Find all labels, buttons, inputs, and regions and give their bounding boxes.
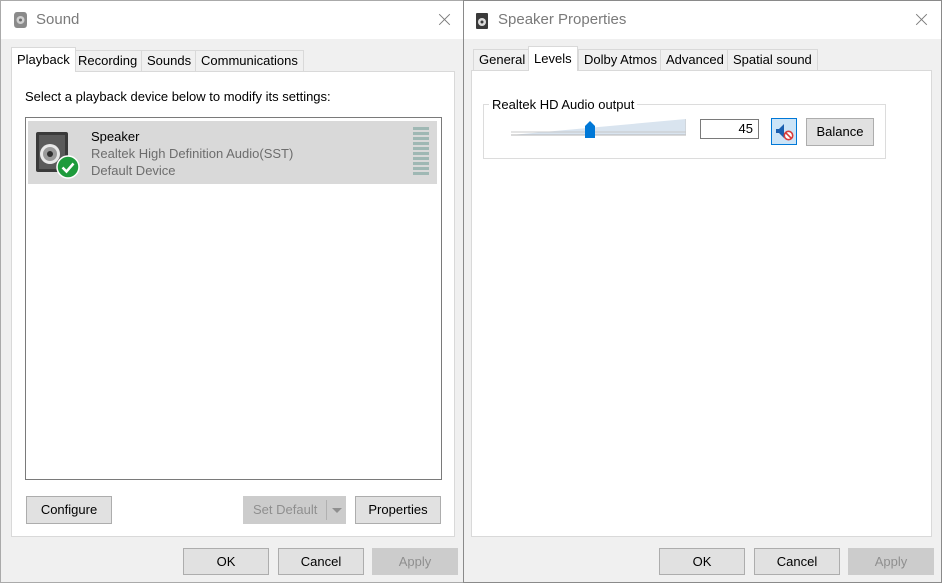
- tab-communications[interactable]: Communications: [195, 50, 304, 72]
- tab-sounds[interactable]: Sounds: [141, 50, 198, 72]
- sound-window: Sound Playback Recording Sounds Communic…: [0, 0, 464, 583]
- sound-apply-button[interactable]: Apply: [372, 548, 458, 575]
- tab-advanced[interactable]: Advanced: [660, 49, 730, 71]
- sound-app-icon: [12, 11, 28, 29]
- tab-dolby-atmos[interactable]: Dolby Atmos: [578, 49, 663, 71]
- volume-value-input[interactable]: 45: [700, 119, 759, 139]
- sound-titlebar[interactable]: Sound: [1, 1, 463, 39]
- sound-close-button[interactable]: [429, 5, 459, 35]
- level-meter: [413, 127, 429, 177]
- properties-button[interactable]: Properties: [355, 496, 441, 524]
- device-status: Default Device: [91, 163, 176, 178]
- set-default-label: Set Default: [253, 502, 318, 517]
- sound-ok-button[interactable]: OK: [183, 548, 269, 575]
- speaker-close-button[interactable]: [906, 5, 936, 35]
- tab-playback[interactable]: Playback: [11, 47, 76, 72]
- tab-general[interactable]: General: [473, 49, 532, 71]
- balance-button[interactable]: Balance: [806, 118, 874, 146]
- volume-slider-thumb[interactable]: [584, 121, 596, 139]
- speaker-window-title: Speaker Properties: [498, 11, 627, 28]
- speaker-apply-button[interactable]: Apply: [848, 548, 934, 575]
- mute-button[interactable]: [771, 118, 797, 145]
- volume-slider[interactable]: [511, 117, 687, 139]
- volume-slider-graphic: [511, 119, 687, 136]
- speaker-cancel-button[interactable]: Cancel: [754, 548, 840, 575]
- output-group-label: Realtek HD Audio output: [489, 97, 638, 112]
- speaker-titlebar[interactable]: Speaker Properties: [464, 1, 941, 39]
- speaker-app-icon: [475, 12, 489, 30]
- device-row-speaker[interactable]: Speaker Realtek High Definition Audio(SS…: [28, 121, 437, 184]
- speaker-muted-icon: [775, 123, 795, 141]
- speaker-ok-button[interactable]: OK: [659, 548, 745, 575]
- device-list[interactable]: Speaker Realtek High Definition Audio(SS…: [25, 117, 442, 480]
- tab-recording[interactable]: Recording: [72, 50, 144, 72]
- sound-window-title: Sound: [36, 11, 80, 28]
- configure-button[interactable]: Configure: [26, 496, 112, 524]
- chevron-down-icon: [332, 508, 342, 513]
- dropdown-divider: [326, 500, 327, 520]
- sound-cancel-button[interactable]: Cancel: [278, 548, 364, 575]
- device-name: Speaker: [91, 129, 140, 144]
- default-device-check-icon: [56, 155, 80, 179]
- playback-instruction: Select a playback device below to modify…: [25, 89, 331, 104]
- set-default-button[interactable]: Set Default: [243, 496, 346, 524]
- tab-spatial-sound[interactable]: Spatial sound: [727, 49, 818, 71]
- tab-levels[interactable]: Levels: [528, 46, 578, 71]
- device-driver: Realtek High Definition Audio(SST): [91, 146, 294, 161]
